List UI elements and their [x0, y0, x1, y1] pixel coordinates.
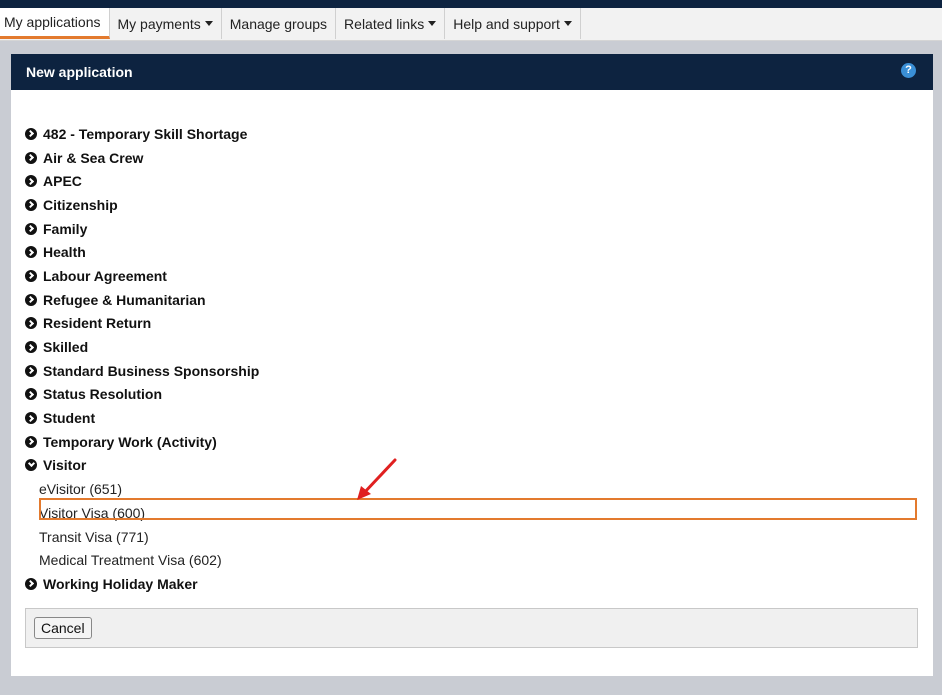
category-apec[interactable]: APEC: [25, 169, 259, 193]
help-icon[interactable]: ?: [901, 63, 916, 78]
menu-related-links[interactable]: Related links: [336, 8, 446, 39]
application-category-list: 482 - Temporary Skill Shortage Air & Sea…: [25, 122, 259, 596]
chevron-right-circle-icon: [25, 127, 37, 140]
category-air-sea-crew[interactable]: Air & Sea Crew: [25, 146, 259, 170]
panel-title: New application: [26, 64, 133, 80]
category-resident-return[interactable]: Resident Return: [25, 312, 259, 336]
category-visitor[interactable]: Visitor: [25, 454, 259, 478]
visa-option-medical-treatment-visa[interactable]: Medical Treatment Visa (602): [25, 548, 259, 572]
category-citizenship[interactable]: Citizenship: [25, 193, 259, 217]
cancel-button[interactable]: Cancel: [34, 617, 92, 639]
menu-my-payments[interactable]: My payments: [110, 8, 222, 39]
selected-option-highlight: [39, 498, 917, 520]
visa-option-transit-visa[interactable]: Transit Visa (771): [25, 525, 259, 549]
category-temporary-work-activity[interactable]: Temporary Work (Activity): [25, 430, 259, 454]
new-application-panel: New application ? 482 - Temporary Skill …: [11, 54, 933, 676]
chevron-right-circle-icon: [25, 388, 37, 401]
menu-manage-groups[interactable]: Manage groups: [222, 8, 337, 39]
chevron-right-circle-icon: [25, 577, 37, 590]
chevron-right-circle-icon: [25, 269, 37, 282]
category-status-resolution[interactable]: Status Resolution: [25, 383, 259, 407]
caret-down-icon: [428, 21, 437, 26]
chevron-right-circle-icon: [25, 341, 37, 354]
main-menu: My applications My payments Manage group…: [0, 8, 942, 41]
category-working-holiday-maker[interactable]: Working Holiday Maker: [25, 572, 259, 596]
chevron-right-circle-icon: [25, 435, 37, 448]
category-482-temporary-skill-shortage[interactable]: 482 - Temporary Skill Shortage: [25, 122, 259, 146]
form-actions: Cancel: [25, 608, 918, 648]
panel-header: New application ?: [11, 54, 933, 90]
top-accent-bar: [0, 0, 942, 8]
menu-help-and-support[interactable]: Help and support: [445, 8, 581, 39]
menu-my-applications[interactable]: My applications: [0, 8, 110, 39]
chevron-right-circle-icon: [25, 151, 37, 164]
chevron-down-circle-icon: [25, 459, 37, 472]
category-refugee-humanitarian[interactable]: Refugee & Humanitarian: [25, 288, 259, 312]
annotation-arrow-icon: [357, 458, 397, 500]
category-labour-agreement[interactable]: Labour Agreement: [25, 264, 259, 288]
chevron-right-circle-icon: [25, 317, 37, 330]
category-skilled[interactable]: Skilled: [25, 335, 259, 359]
category-student[interactable]: Student: [25, 406, 259, 430]
category-health[interactable]: Health: [25, 240, 259, 264]
chevron-right-circle-icon: [25, 222, 37, 235]
chevron-right-circle-icon: [25, 293, 37, 306]
chevron-right-circle-icon: [25, 364, 37, 377]
chevron-right-circle-icon: [25, 412, 37, 425]
chevron-right-circle-icon: [25, 246, 37, 259]
chevron-right-circle-icon: [25, 198, 37, 211]
category-standard-business-sponsorship[interactable]: Standard Business Sponsorship: [25, 359, 259, 383]
chevron-right-circle-icon: [25, 175, 37, 188]
category-family[interactable]: Family: [25, 217, 259, 241]
caret-down-icon: [563, 21, 572, 26]
caret-down-icon: [204, 21, 213, 26]
